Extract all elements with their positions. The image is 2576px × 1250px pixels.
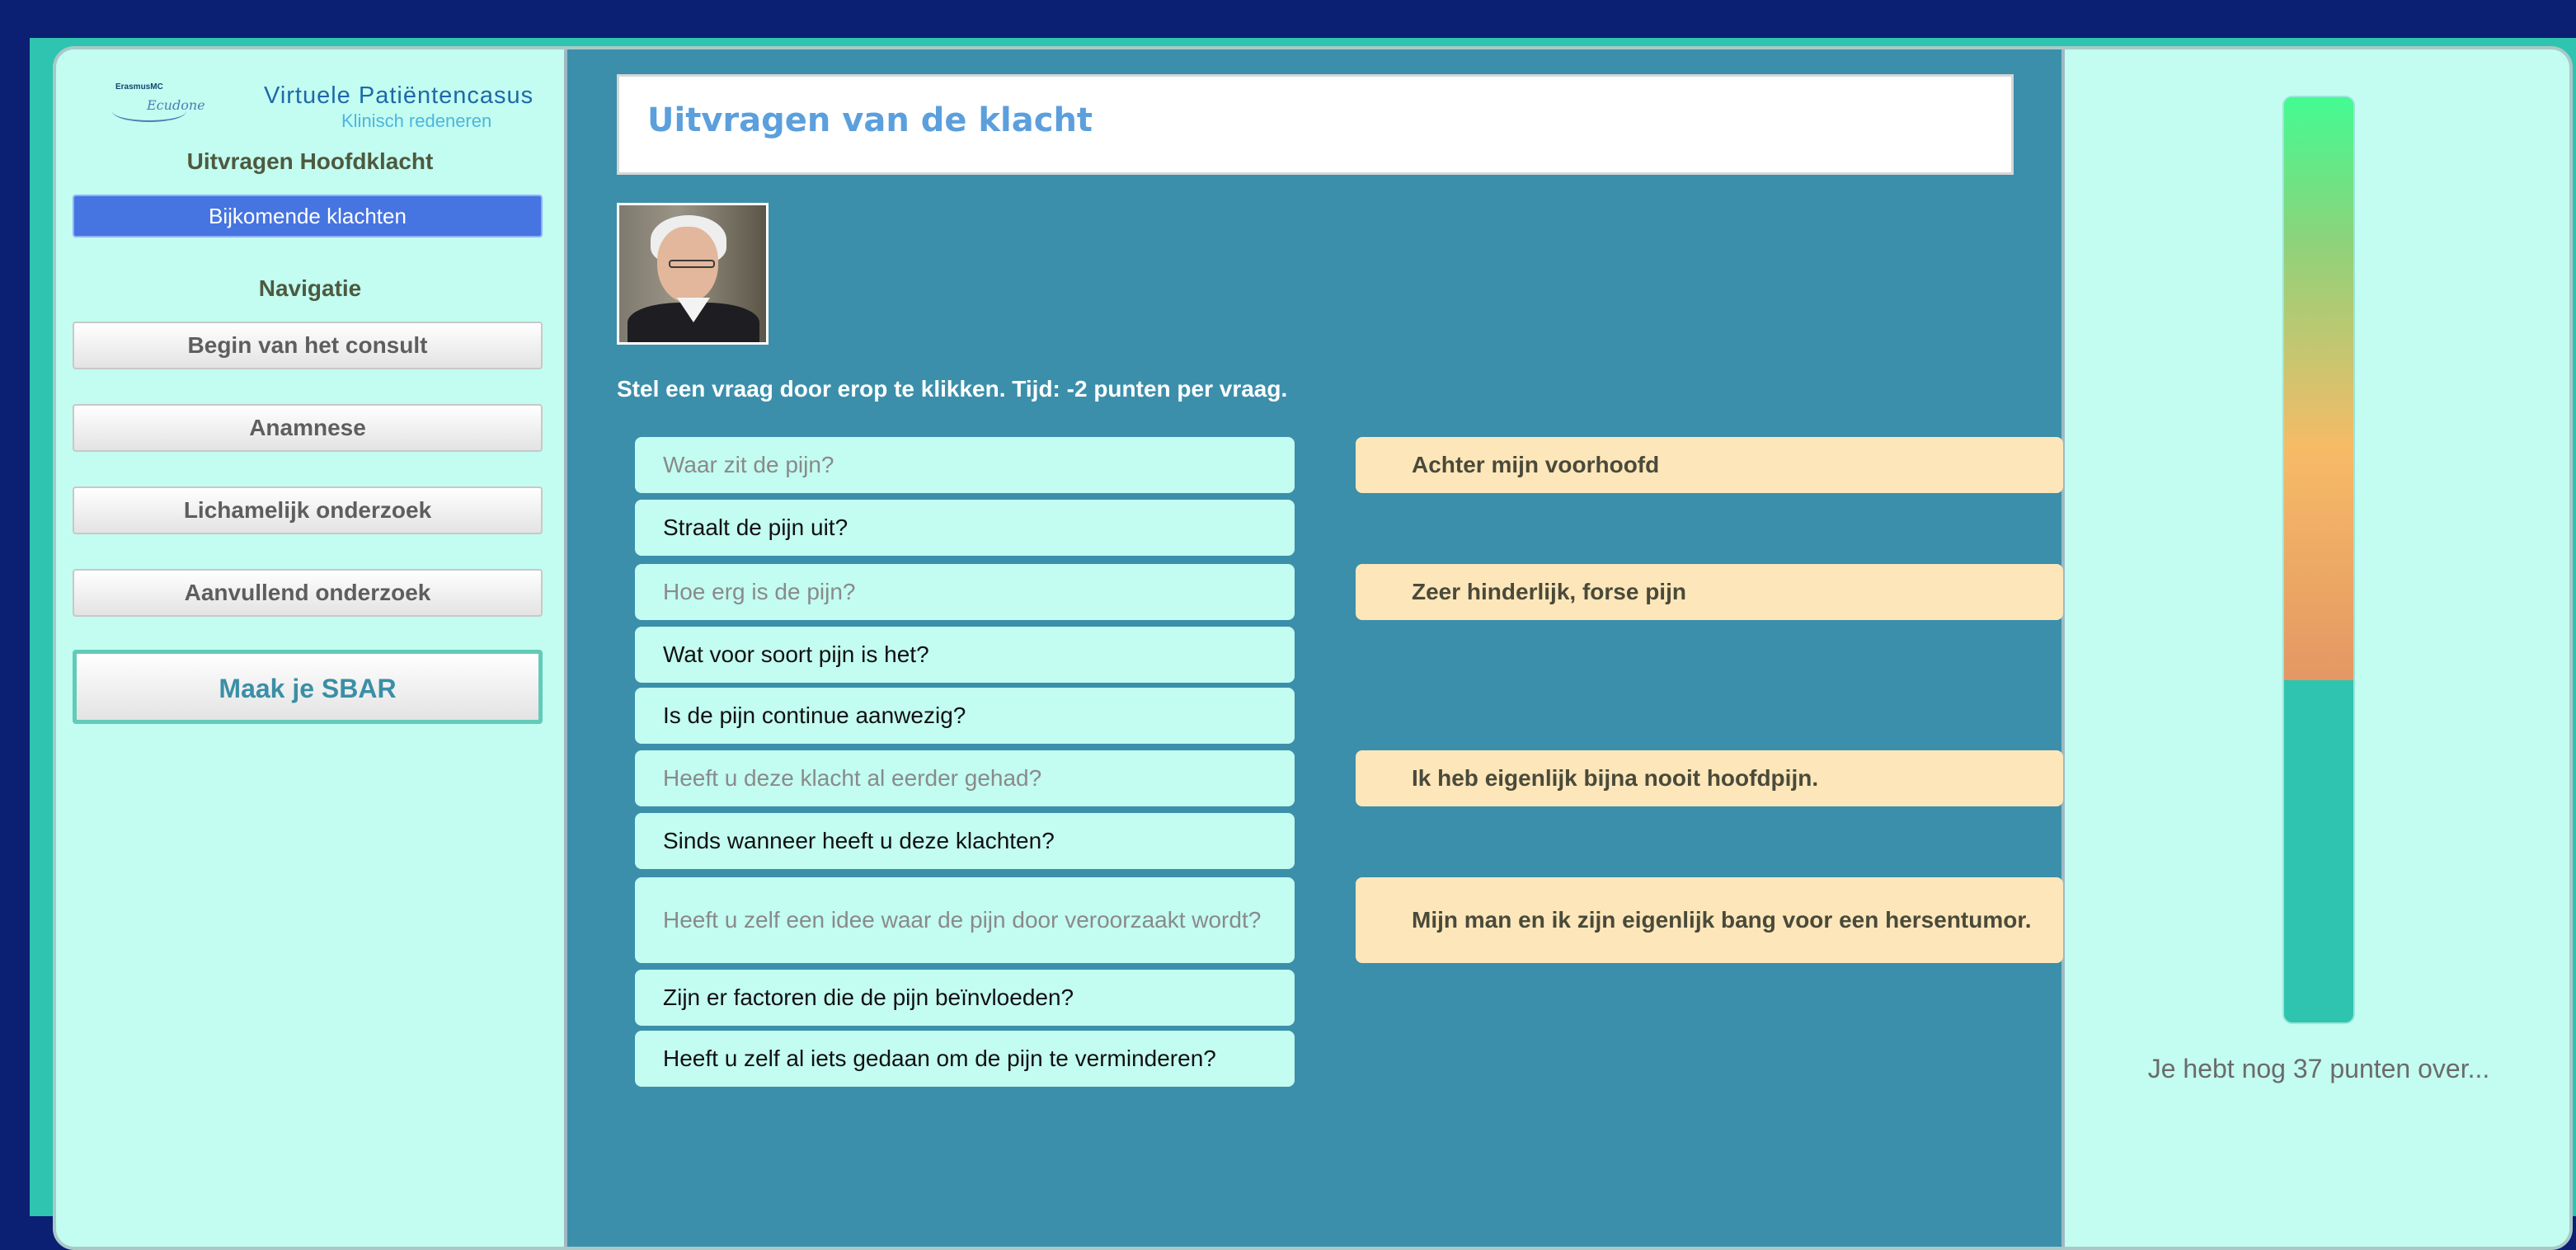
app-title: Virtuele Patiëntencasus xyxy=(264,82,534,109)
question-item[interactable]: Wat voor soort pijn is het? xyxy=(635,627,1295,683)
question-item[interactable]: Waar zit de pijn? xyxy=(635,437,1295,493)
points-meter-fill xyxy=(2284,97,2353,680)
erasmus-logo: ErasmusMC Ecudone xyxy=(112,82,205,132)
answer-item: Achter mijn voorhoofd xyxy=(1356,437,2063,493)
page-title: Uitvragen van de klacht xyxy=(647,101,1093,139)
navigation-heading: Navigatie xyxy=(258,275,362,301)
main-panel: Uitvragen van de klacht Stel een vraag d… xyxy=(564,49,2065,1247)
app-subtitle: Klinisch redeneren xyxy=(341,110,492,131)
question-item[interactable]: Straalt de pijn uit? xyxy=(635,500,1295,556)
question-item[interactable]: Heeft u deze klacht al eerder gehad? xyxy=(635,750,1295,806)
make-sbar-button[interactable]: Maak je SBAR xyxy=(73,650,543,724)
patient-photo xyxy=(617,203,769,345)
section-heading: Uitvragen Hoofdklacht xyxy=(186,148,434,174)
question-item[interactable]: Zijn er factoren die de pijn beïnvloeden… xyxy=(635,970,1295,1026)
question-item[interactable]: Is de pijn continue aanwezig? xyxy=(635,688,1295,744)
app-window: ErasmusMC Ecudone Virtuele Patiëntencasu… xyxy=(53,46,2573,1250)
question-item[interactable]: Sinds wanneer heeft u deze klachten? xyxy=(635,813,1295,869)
question-item[interactable]: Heeft u zelf al iets gedaan om de pijn t… xyxy=(635,1031,1295,1087)
erasmus-logo-text: ErasmusMC xyxy=(115,82,163,92)
app-logo: ErasmusMC Ecudone Virtuele Patiëntencasu… xyxy=(99,69,561,152)
instruction-text: Stel een vraag door erop te klikken. Tij… xyxy=(617,376,1288,402)
points-remaining-text: Je hebt nog 37 punten over... xyxy=(2147,1054,2490,1083)
sidebar: ErasmusMC Ecudone Virtuele Patiëntencasu… xyxy=(56,49,564,1247)
points-meter xyxy=(2282,96,2355,1024)
score-panel: Je hebt nog 37 punten over... xyxy=(2065,49,2569,1247)
logo-script-text: Ecudone xyxy=(147,97,205,113)
nav-aanvullend-onderzoek-button[interactable]: Aanvullend onderzoek xyxy=(73,569,543,617)
nav-begin-consult-button[interactable]: Begin van het consult xyxy=(73,322,543,369)
nav-lichamelijk-onderzoek-button[interactable]: Lichamelijk onderzoek xyxy=(73,486,543,534)
page-title-box: Uitvragen van de klacht xyxy=(617,74,2014,175)
question-item[interactable]: Hoe erg is de pijn? xyxy=(635,564,1295,620)
question-item[interactable]: Heeft u zelf een idee waar de pijn door … xyxy=(635,877,1295,963)
nav-anamnese-button[interactable]: Anamnese xyxy=(73,404,543,452)
answer-item: Mijn man en ik zijn eigenlijk bang voor … xyxy=(1356,877,2063,963)
answer-item: Zeer hinderlijk, forse pijn xyxy=(1356,564,2063,620)
sidebar-item-bijkomende-klachten[interactable]: Bijkomende klachten xyxy=(73,195,543,237)
answer-item: Ik heb eigenlijk bijna nooit hoofdpijn. xyxy=(1356,750,2063,806)
